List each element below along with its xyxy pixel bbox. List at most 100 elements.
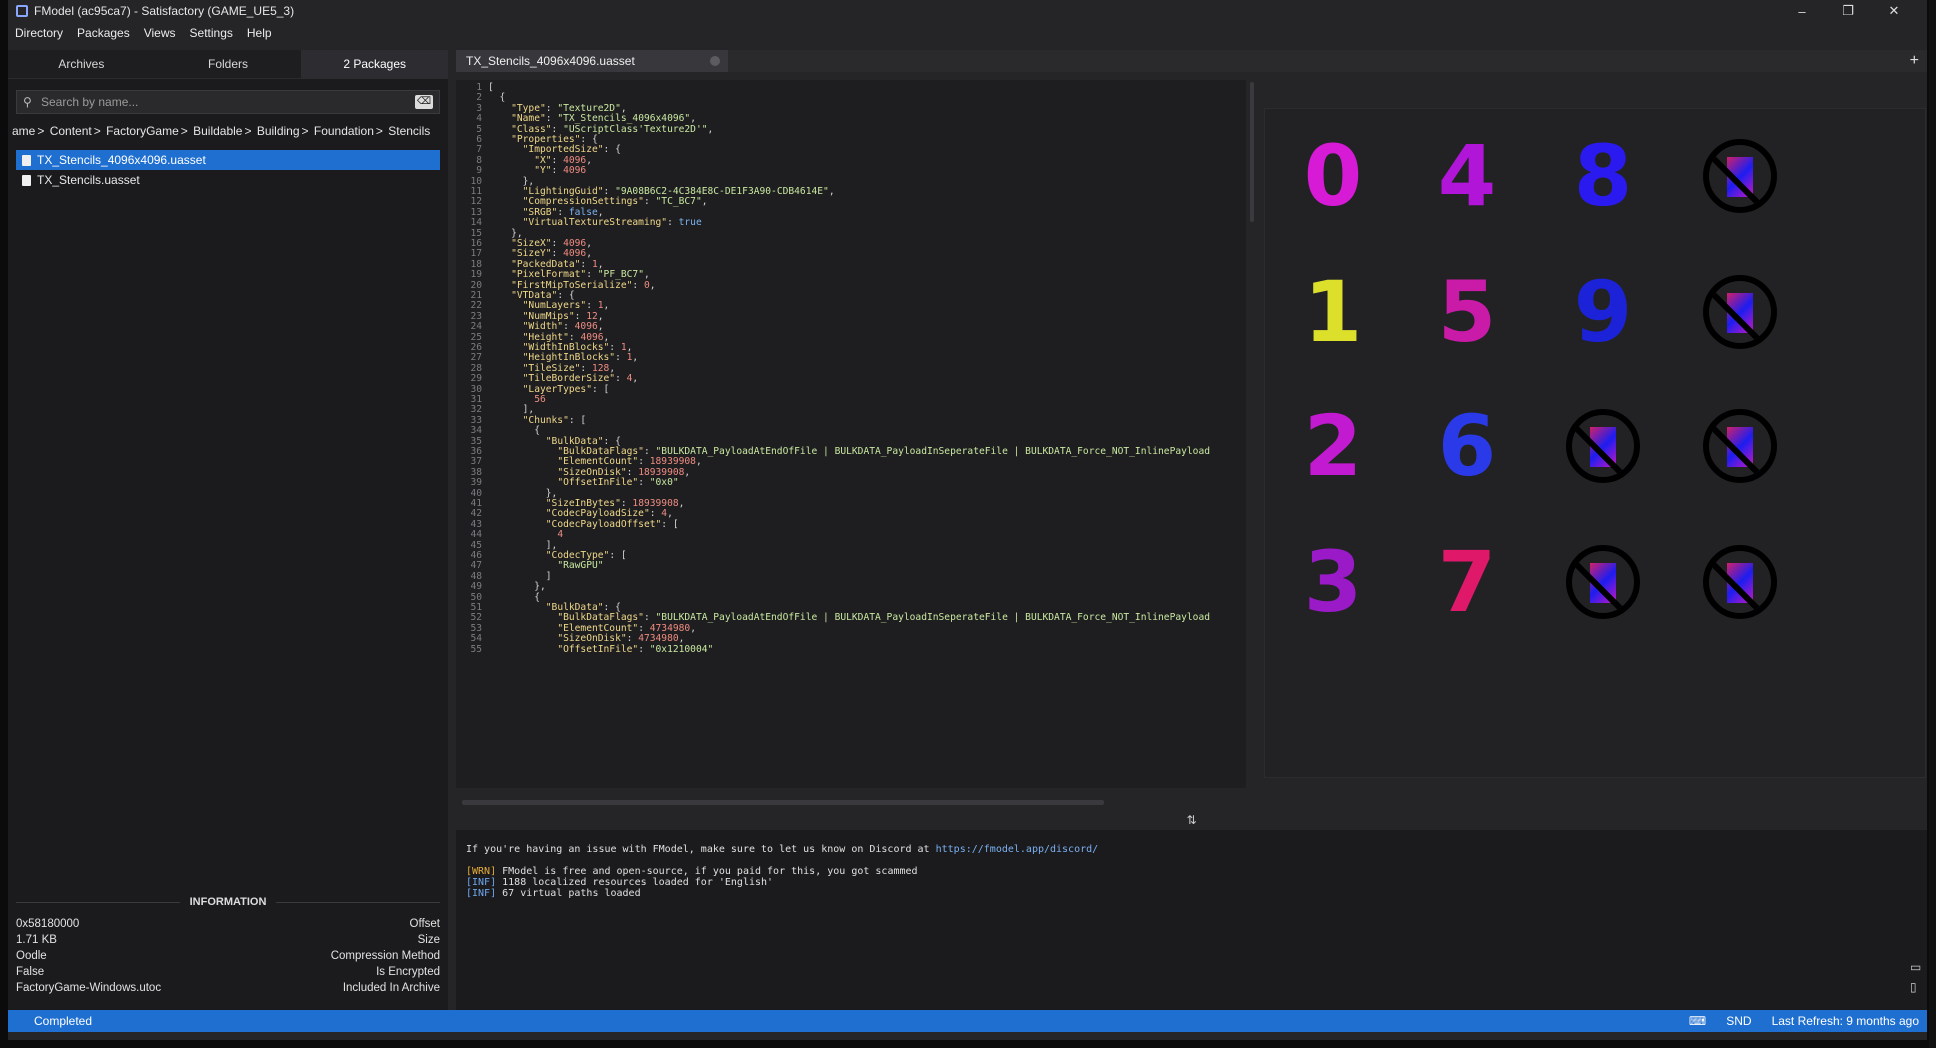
info-value: FactoryGame-Windows.utoc [16, 982, 162, 994]
add-tab-button[interactable]: + [1910, 52, 1919, 70]
menu-settings[interactable]: Settings [183, 26, 240, 40]
horizontal-scrollbar[interactable] [462, 800, 1104, 805]
snd-indicator[interactable]: SND [1726, 1014, 1751, 1028]
code-line: "CodecPayloadSize": 4, [545, 508, 673, 520]
file-name: TX_Stencils_4096x4096.uasset [37, 153, 206, 167]
menu-directory[interactable]: Directory [8, 26, 70, 40]
breadcrumb-item[interactable]: Content [50, 124, 92, 138]
line-number: 45 [470, 539, 482, 551]
code-line: "VTData": { [511, 290, 575, 301]
line-number: 49 [470, 581, 482, 593]
divider [16, 901, 180, 903]
information-header: INFORMATION [8, 896, 448, 908]
menu-help[interactable]: Help [240, 26, 279, 40]
line-number: 42 [470, 508, 482, 520]
info-value: 0x58180000 [16, 918, 80, 930]
trash-icon[interactable]: ▯ [1910, 980, 1921, 994]
log-text: 1188 localized resources loaded for 'Eng… [496, 877, 774, 888]
code-line: "CodecType": [ [545, 550, 627, 561]
line-number: 34 [470, 425, 482, 437]
no-entry-icon [1703, 275, 1777, 349]
line-number: 48 [470, 570, 482, 582]
code-line: "CompressionSettings": "TC_BC7", [522, 196, 708, 208]
last-refresh: Last Refresh: 9 months ago [1771, 1014, 1919, 1028]
tab-archives[interactable]: Archives [8, 50, 155, 78]
code-line: "PixelFormat": "PF_BC7", [511, 269, 650, 281]
menu-views[interactable]: Views [137, 26, 183, 40]
keyboard-icon[interactable]: ⌨ [1689, 1014, 1706, 1028]
file-item[interactable]: TX_Stencils_4096x4096.uasset [16, 150, 440, 170]
log-text: FModel is free and open-source, if you p… [496, 866, 918, 877]
tab-folders[interactable]: Folders [154, 50, 302, 78]
panel-splitter[interactable]: ⇅ [456, 810, 1927, 830]
stencil-glyph-6: 6 [1437, 397, 1497, 495]
close-tab-icon[interactable] [710, 56, 720, 66]
line-number: 11 [470, 186, 482, 197]
breadcrumb-item[interactable]: Building [257, 124, 300, 138]
info-value: False [16, 966, 45, 978]
line-number: 44 [470, 529, 482, 541]
code-line: "BulkDataFlags": "BULKDATA_PayloadAtEndO… [557, 612, 1211, 624]
line-number: 54 [470, 633, 482, 645]
clear-search-icon[interactable]: ⌫ [415, 95, 433, 109]
log-text: 67 virtual paths loaded [496, 888, 641, 899]
texture-preview: 0 4 8 1 5 9 2 6 3 7 [1264, 108, 1926, 778]
folder-icon[interactable]: ▭ [1910, 960, 1921, 974]
console-line: If you're having an issue with FModel, m… [466, 844, 1098, 855]
code-line: { [488, 591, 540, 603]
file-list: TX_Stencils_4096x4096.uasset TX_Stencils… [16, 150, 440, 190]
no-entry-icon [1703, 545, 1777, 619]
line-number: 20 [470, 279, 482, 291]
line-number: 53 [470, 622, 482, 634]
breadcrumb-item[interactable]: FactoryGame [106, 124, 179, 138]
breadcrumb-item[interactable]: Foundation [314, 124, 374, 138]
file-icon [22, 174, 31, 186]
code-line: "LightingGuid": "9A08B6C2-4C384E8C-DE1F3… [522, 186, 835, 197]
line-number: 12 [470, 196, 482, 208]
json-editor[interactable]: 1 [2 {3 "Type": "Texture2D", 4 "Name": "TX… [456, 80, 1246, 788]
divider [276, 901, 441, 903]
breadcrumb-item[interactable]: Buildable [193, 124, 242, 138]
code-line: "BulkData": { [545, 435, 621, 447]
app-window: FModel (ac95ca7) - Satisfactory (GAME_UE… [8, 0, 1927, 1040]
stencil-glyph-0: 0 [1303, 127, 1363, 225]
stencil-glyph-3: 3 [1303, 533, 1363, 631]
document-tab-strip: TX_Stencils_4096x4096.uasset + [456, 50, 1927, 72]
document-tab[interactable]: TX_Stencils_4096x4096.uasset [456, 50, 728, 72]
line-number: 7 [476, 144, 482, 156]
code-line: "TileBorderSize": 4, [522, 373, 639, 385]
file-icon [22, 154, 31, 166]
search-input[interactable] [37, 94, 415, 110]
breadcrumb-item[interactable]: ame [12, 124, 35, 138]
close-button[interactable]: ✕ [1871, 3, 1917, 19]
line-number: 15 [470, 227, 482, 239]
line-number: 23 [470, 310, 482, 322]
code-line: "BulkData": { [545, 602, 621, 613]
line-number: 17 [470, 248, 482, 260]
breadcrumb-item[interactable]: Stencils [388, 124, 430, 138]
tab-packages[interactable]: 2 Packages [301, 50, 449, 78]
search-box: ⚲ ⌫ [16, 90, 440, 114]
maximize-button[interactable]: ❐ [1825, 3, 1871, 19]
menu-packages[interactable]: Packages [70, 26, 137, 40]
line-number: 28 [470, 362, 482, 374]
file-item[interactable]: TX_Stencils.uasset [16, 170, 440, 190]
line-number: 37 [470, 456, 482, 468]
code-line: "OffsetInFile": "0x0" [557, 477, 679, 489]
vertical-scrollbar[interactable] [1250, 82, 1254, 222]
window-title: FModel (ac95ca7) - Satisfactory (GAME_UE… [34, 4, 295, 18]
log-tag: [INF] [466, 888, 497, 899]
minimize-button[interactable]: – [1779, 4, 1825, 19]
code-line: "Properties": { [511, 134, 598, 145]
code-line: "CodecPayloadOffset": [ [545, 518, 679, 530]
info-label: Size [417, 934, 440, 946]
line-number: 38 [470, 466, 482, 478]
info-row: 0x58180000 Offset [8, 916, 448, 932]
discord-link[interactable]: https://fmodel.app/discord/ [936, 844, 1099, 855]
info-label: Offset [409, 918, 440, 930]
code-line: 4 [557, 529, 564, 541]
stencil-no-sign [1563, 401, 1643, 491]
status-text: Completed [34, 1014, 93, 1028]
code-line: "NumMips": 12, [522, 310, 604, 322]
line-number: 46 [470, 550, 482, 561]
